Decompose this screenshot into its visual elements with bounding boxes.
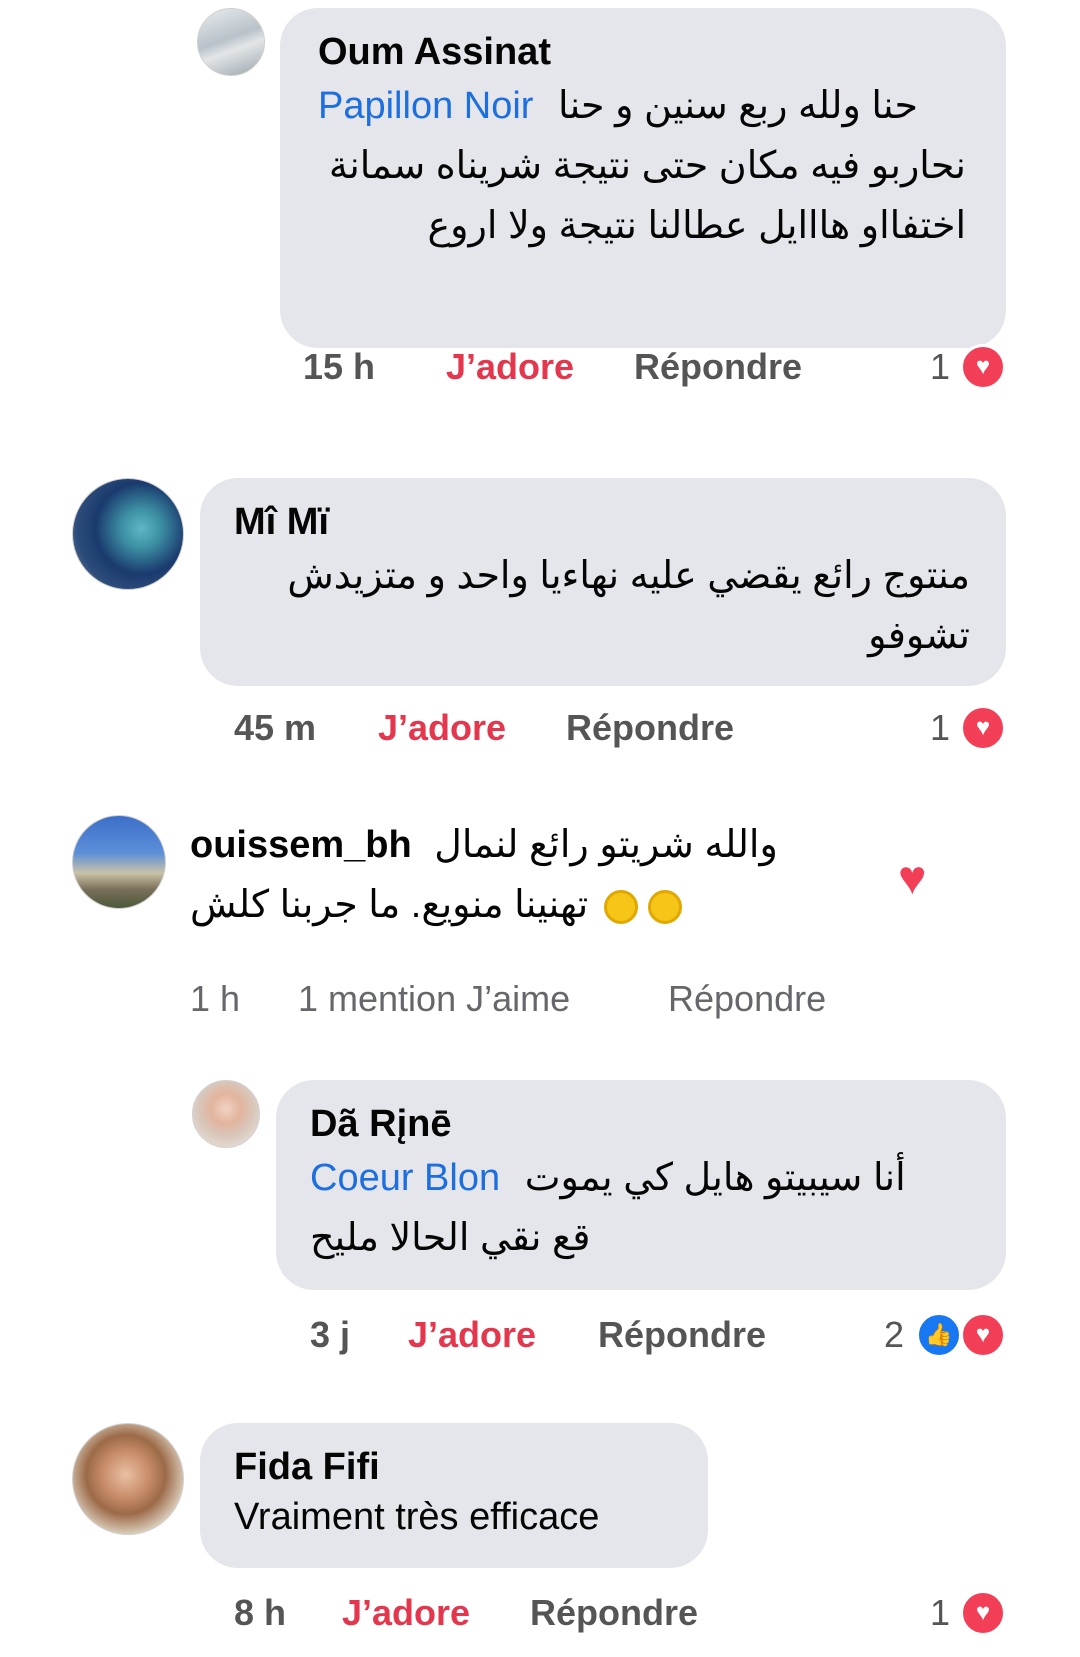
like-button[interactable]: J’adore: [342, 1591, 470, 1635]
comment-text-line: والله شريتو رائع لنمال: [434, 824, 778, 866]
comment-text: Vraiment très efficace: [234, 1496, 600, 1538]
comment-text-line: حنا ولله ربع سنين و حنا: [558, 85, 918, 127]
comment-text: Papillon Noir حنا ولله ربع سنين و حنا نح…: [318, 76, 966, 256]
ok-hand-emoji: [603, 889, 638, 924]
comment-bubble: Dã Rįnē Coeur Blon أنا سيبيتو هايل كي يم…: [276, 1080, 1006, 1290]
comment-text-rest: نحاربو فيه مكان حتى نتيجة شريناه سمانة ا…: [328, 145, 966, 247]
comment-time[interactable]: 3 j: [310, 1313, 350, 1357]
reply-button[interactable]: Répondre: [530, 1591, 698, 1635]
comment-author[interactable]: Mî Mï: [234, 498, 970, 546]
heart-icon[interactable]: ♥: [898, 855, 927, 903]
mention-link[interactable]: Papillon Noir: [318, 85, 533, 127]
comment-text: منتوج رائع يقضي عليه نهاءيا واحد و متزيد…: [287, 555, 970, 657]
thumbs-up-icon: 👍: [916, 1312, 962, 1358]
reaction-count[interactable]: 1: [930, 706, 950, 750]
ok-hand-emoji: [647, 889, 682, 924]
avatar[interactable]: [72, 1423, 184, 1535]
comment-text-line: تهنينا منويع. ما جربنا كلش: [190, 884, 589, 926]
comment-time[interactable]: 8 h: [234, 1591, 286, 1635]
comment-time[interactable]: 15 h: [303, 345, 375, 389]
avatar[interactable]: [72, 478, 184, 590]
like-button[interactable]: J’adore: [378, 706, 506, 750]
reply-button[interactable]: Répondre: [598, 1313, 766, 1357]
comment-author[interactable]: Oum Assinat: [318, 28, 966, 76]
heart-icon: ♥: [960, 344, 1006, 390]
like-button[interactable]: J’adore: [408, 1313, 536, 1357]
reaction-count[interactable]: 1: [930, 1591, 950, 1635]
like-button[interactable]: J’adore: [446, 345, 574, 389]
comment-bubble: Mî Mï منتوج رائع يقضي عليه نهاءيا واحد و…: [200, 478, 1006, 686]
comment-author[interactable]: Dã Rįnē: [310, 1100, 968, 1148]
reply-button[interactable]: Répondre: [634, 345, 802, 389]
heart-icon: ♥: [960, 705, 1006, 751]
reaction-count[interactable]: 2: [884, 1313, 904, 1357]
avatar[interactable]: [192, 1080, 260, 1148]
comment-time[interactable]: 45 m: [234, 706, 316, 750]
reply-button[interactable]: Répondre: [566, 706, 734, 750]
comment-text-line: أنا سيبيتو هايل كي يموت: [524, 1157, 906, 1199]
comment-body: ouissem_bh والله شريتو رائع لنمال تهنينا…: [190, 815, 810, 935]
reply-button[interactable]: Répondre: [668, 977, 826, 1021]
heart-icon: ♥: [960, 1312, 1006, 1358]
comment-time[interactable]: 1 h: [190, 977, 240, 1021]
comment-author[interactable]: ouissem_bh: [190, 824, 412, 866]
avatar[interactable]: [197, 8, 265, 76]
avatar[interactable]: [72, 815, 166, 909]
comment-author[interactable]: Fida Fifi: [234, 1443, 672, 1491]
comment-bubble: Fida Fifi Vraiment très efficace: [200, 1423, 708, 1568]
comment-text-line: قع نقي الحالا مليح: [310, 1217, 591, 1259]
comment-bubble: Oum Assinat Papillon Noir حنا ولله ربع س…: [280, 8, 1006, 348]
comment-text: Coeur Blon أنا سيبيتو هايل كي يموت قع نق…: [310, 1148, 968, 1268]
mention-link[interactable]: Coeur Blon: [310, 1157, 500, 1199]
reaction-count[interactable]: 1: [930, 345, 950, 389]
likes-count-link[interactable]: 1 mention J’aime: [298, 977, 570, 1021]
heart-icon: ♥: [960, 1590, 1006, 1636]
